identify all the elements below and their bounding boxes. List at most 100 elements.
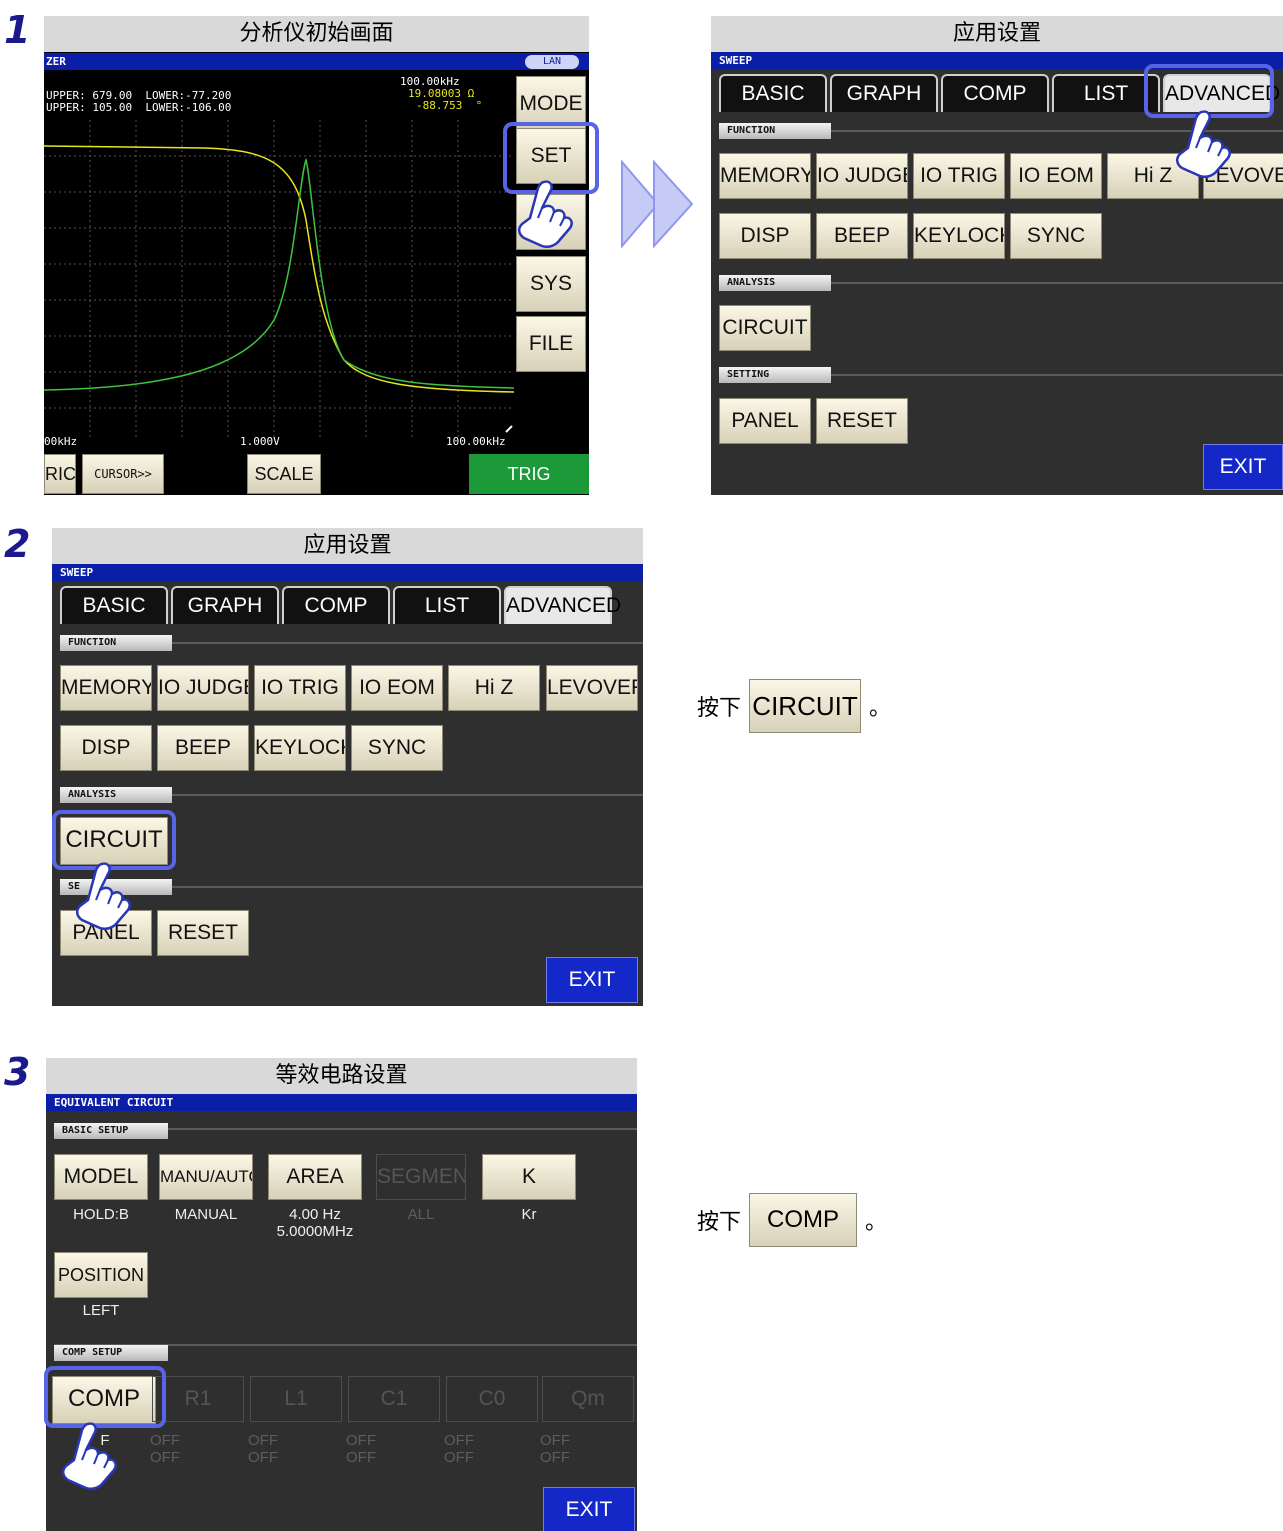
- screen-caption: 应用设置: [52, 528, 643, 564]
- reset-button[interactable]: RESET: [157, 910, 249, 956]
- status-bar: ZER: [44, 53, 220, 70]
- l1-value: OFF OFF: [248, 1432, 278, 1466]
- instruction-prefix: 按下: [697, 1210, 742, 1235]
- sys-button[interactable]: SYS: [516, 256, 586, 312]
- k-button[interactable]: K: [482, 1154, 576, 1200]
- io-judge-button[interactable]: IO JUDGE: [157, 665, 249, 711]
- c0-value: OFF OFF: [444, 1432, 474, 1466]
- hand-pointer-icon: [517, 180, 573, 248]
- step-number-1: 1: [4, 8, 31, 52]
- mode-bar: EQUIVALENT CIRCUIT: [46, 1094, 637, 1111]
- c1-button[interactable]: C1: [348, 1376, 440, 1422]
- advanced-settings-screen-2: 应用设置 SWEEP BASIC GRAPH COMP LIST ADVANCE…: [52, 528, 643, 1006]
- manu-auto-value: MANUAL: [174, 1206, 238, 1223]
- tab-comp[interactable]: COMP: [282, 586, 390, 624]
- exit-button[interactable]: EXIT: [546, 957, 638, 1003]
- sync-button[interactable]: SYNC: [1010, 213, 1102, 259]
- hand-pointer-icon: [75, 862, 131, 930]
- position-button[interactable]: POSITION: [54, 1252, 148, 1298]
- section-comp-setup-label: COMP SETUP: [54, 1345, 168, 1361]
- tab-graph[interactable]: GRAPH: [830, 74, 938, 112]
- screen-caption: 等效电路设置: [46, 1058, 637, 1094]
- exit-button[interactable]: EXIT: [543, 1487, 635, 1531]
- l1-button[interactable]: L1: [250, 1376, 342, 1422]
- tab-graph[interactable]: GRAPH: [171, 586, 279, 624]
- axis-start-label: 00kHz: [44, 435, 78, 448]
- circuit-button[interactable]: CIRCUIT: [719, 305, 811, 351]
- io-judge-button[interactable]: IO JUDGE: [816, 153, 908, 199]
- instruction-suffix: 。: [865, 1210, 888, 1235]
- section-function-label: FUNCTION: [60, 635, 172, 651]
- qm-button[interactable]: Qm: [542, 1376, 634, 1422]
- disp-button[interactable]: DISP: [719, 213, 811, 259]
- analyzer-initial-screen: 分析仪初始画面 ZER LAN UPPER: 679.00 LOWER:-77.…: [44, 16, 589, 495]
- instruction-comp-key: COMP: [749, 1193, 858, 1247]
- qm-value: OFF OFF: [540, 1432, 570, 1466]
- keylock-button[interactable]: KEYLOCK: [254, 725, 346, 771]
- tab-basic[interactable]: BASIC: [60, 586, 168, 624]
- io-trig-button[interactable]: IO TRIG: [254, 665, 346, 711]
- equivalent-circuit-screen: 等效电路设置 EQUIVALENT CIRCUIT BASIC SETUP MO…: [46, 1058, 637, 1531]
- model-value: HOLD:B: [73, 1206, 129, 1223]
- hand-pointer-icon: [1175, 110, 1231, 178]
- section-analysis-label: ANALYSIS: [719, 275, 831, 291]
- axis-stop-label: 100.00kHz: [446, 435, 506, 448]
- limit-line-2: UPPER: 105.00 LOWER:-106.00: [46, 101, 232, 114]
- beep-button[interactable]: BEEP: [816, 213, 908, 259]
- c0-button[interactable]: C0: [446, 1376, 538, 1422]
- k-value: Kr: [521, 1206, 537, 1223]
- levover-button[interactable]: LEVOVER: [546, 665, 638, 711]
- section-setting-label: SETTING: [719, 367, 831, 383]
- cursor-button[interactable]: CURSOR>>: [82, 454, 164, 494]
- scale-button[interactable]: SCALE: [247, 454, 321, 494]
- io-trig-button[interactable]: IO TRIG: [913, 153, 1005, 199]
- impedance-graph[interactable]: [44, 120, 514, 438]
- step-number-3: 3: [4, 1050, 31, 1094]
- hand-pointer-icon: [61, 1422, 117, 1490]
- instruction-suffix: 。: [869, 696, 892, 721]
- analyzer-screen-caption: 分析仪初始画面: [44, 16, 589, 52]
- numeric-button[interactable]: RIC: [44, 454, 76, 494]
- section-analysis-label: ANALYSIS: [60, 787, 172, 803]
- instruction-prefix: 按下: [697, 696, 742, 721]
- disp-button[interactable]: DISP: [60, 725, 152, 771]
- c1-value: OFF OFF: [346, 1432, 376, 1466]
- tab-basic[interactable]: BASIC: [719, 74, 827, 112]
- step3-instruction: 按下 COMP 。: [697, 1190, 887, 1250]
- memory-button[interactable]: MEMORY: [60, 665, 152, 711]
- step2-instruction: 按下 CIRCUIT 。: [697, 676, 891, 736]
- r1-value: OFF OFF: [150, 1432, 180, 1466]
- level-label: 1.000V: [240, 435, 280, 448]
- mode-bar: SWEEP: [52, 564, 643, 581]
- position-value: LEFT: [82, 1302, 120, 1319]
- tab-list[interactable]: LIST: [393, 586, 501, 624]
- model-button[interactable]: MODEL: [54, 1154, 148, 1200]
- panel-button[interactable]: PANEL: [719, 398, 811, 444]
- file-button[interactable]: FILE: [516, 316, 586, 372]
- keylock-button[interactable]: KEYLOCK: [913, 213, 1005, 259]
- io-eom-button[interactable]: IO EOM: [351, 665, 443, 711]
- next-arrow-icon: [621, 159, 694, 249]
- exit-button[interactable]: EXIT: [1203, 444, 1283, 490]
- area-value: 4.00 Hz 5.0000MHz: [276, 1206, 354, 1240]
- memory-button[interactable]: MEMORY: [719, 153, 811, 199]
- tab-advanced[interactable]: ADVANCED: [504, 586, 621, 624]
- tab-comp[interactable]: COMP: [941, 74, 1049, 112]
- manu-auto-button[interactable]: MANU/AUTO: [159, 1154, 253, 1200]
- io-eom-button[interactable]: IO EOM: [1010, 153, 1102, 199]
- beep-button[interactable]: BEEP: [157, 725, 249, 771]
- sync-button[interactable]: SYNC: [351, 725, 443, 771]
- lan-badge: LAN: [525, 55, 579, 69]
- reset-button[interactable]: RESET: [816, 398, 908, 444]
- section-basic-setup-label: BASIC SETUP: [54, 1123, 168, 1139]
- hi-z-button[interactable]: Hi Z: [448, 665, 540, 711]
- segment-button[interactable]: SEGMENT: [376, 1154, 466, 1200]
- area-button[interactable]: AREA: [268, 1154, 362, 1200]
- phase-readout: -88.753 °: [416, 99, 483, 112]
- instruction-circuit-key: CIRCUIT: [749, 679, 862, 733]
- segment-value: ALL: [407, 1206, 435, 1223]
- trig-button[interactable]: TRIG: [469, 454, 589, 494]
- status-text: ZER: [46, 55, 66, 68]
- section-function-label: FUNCTION: [719, 123, 831, 139]
- step-number-2: 2: [4, 522, 31, 566]
